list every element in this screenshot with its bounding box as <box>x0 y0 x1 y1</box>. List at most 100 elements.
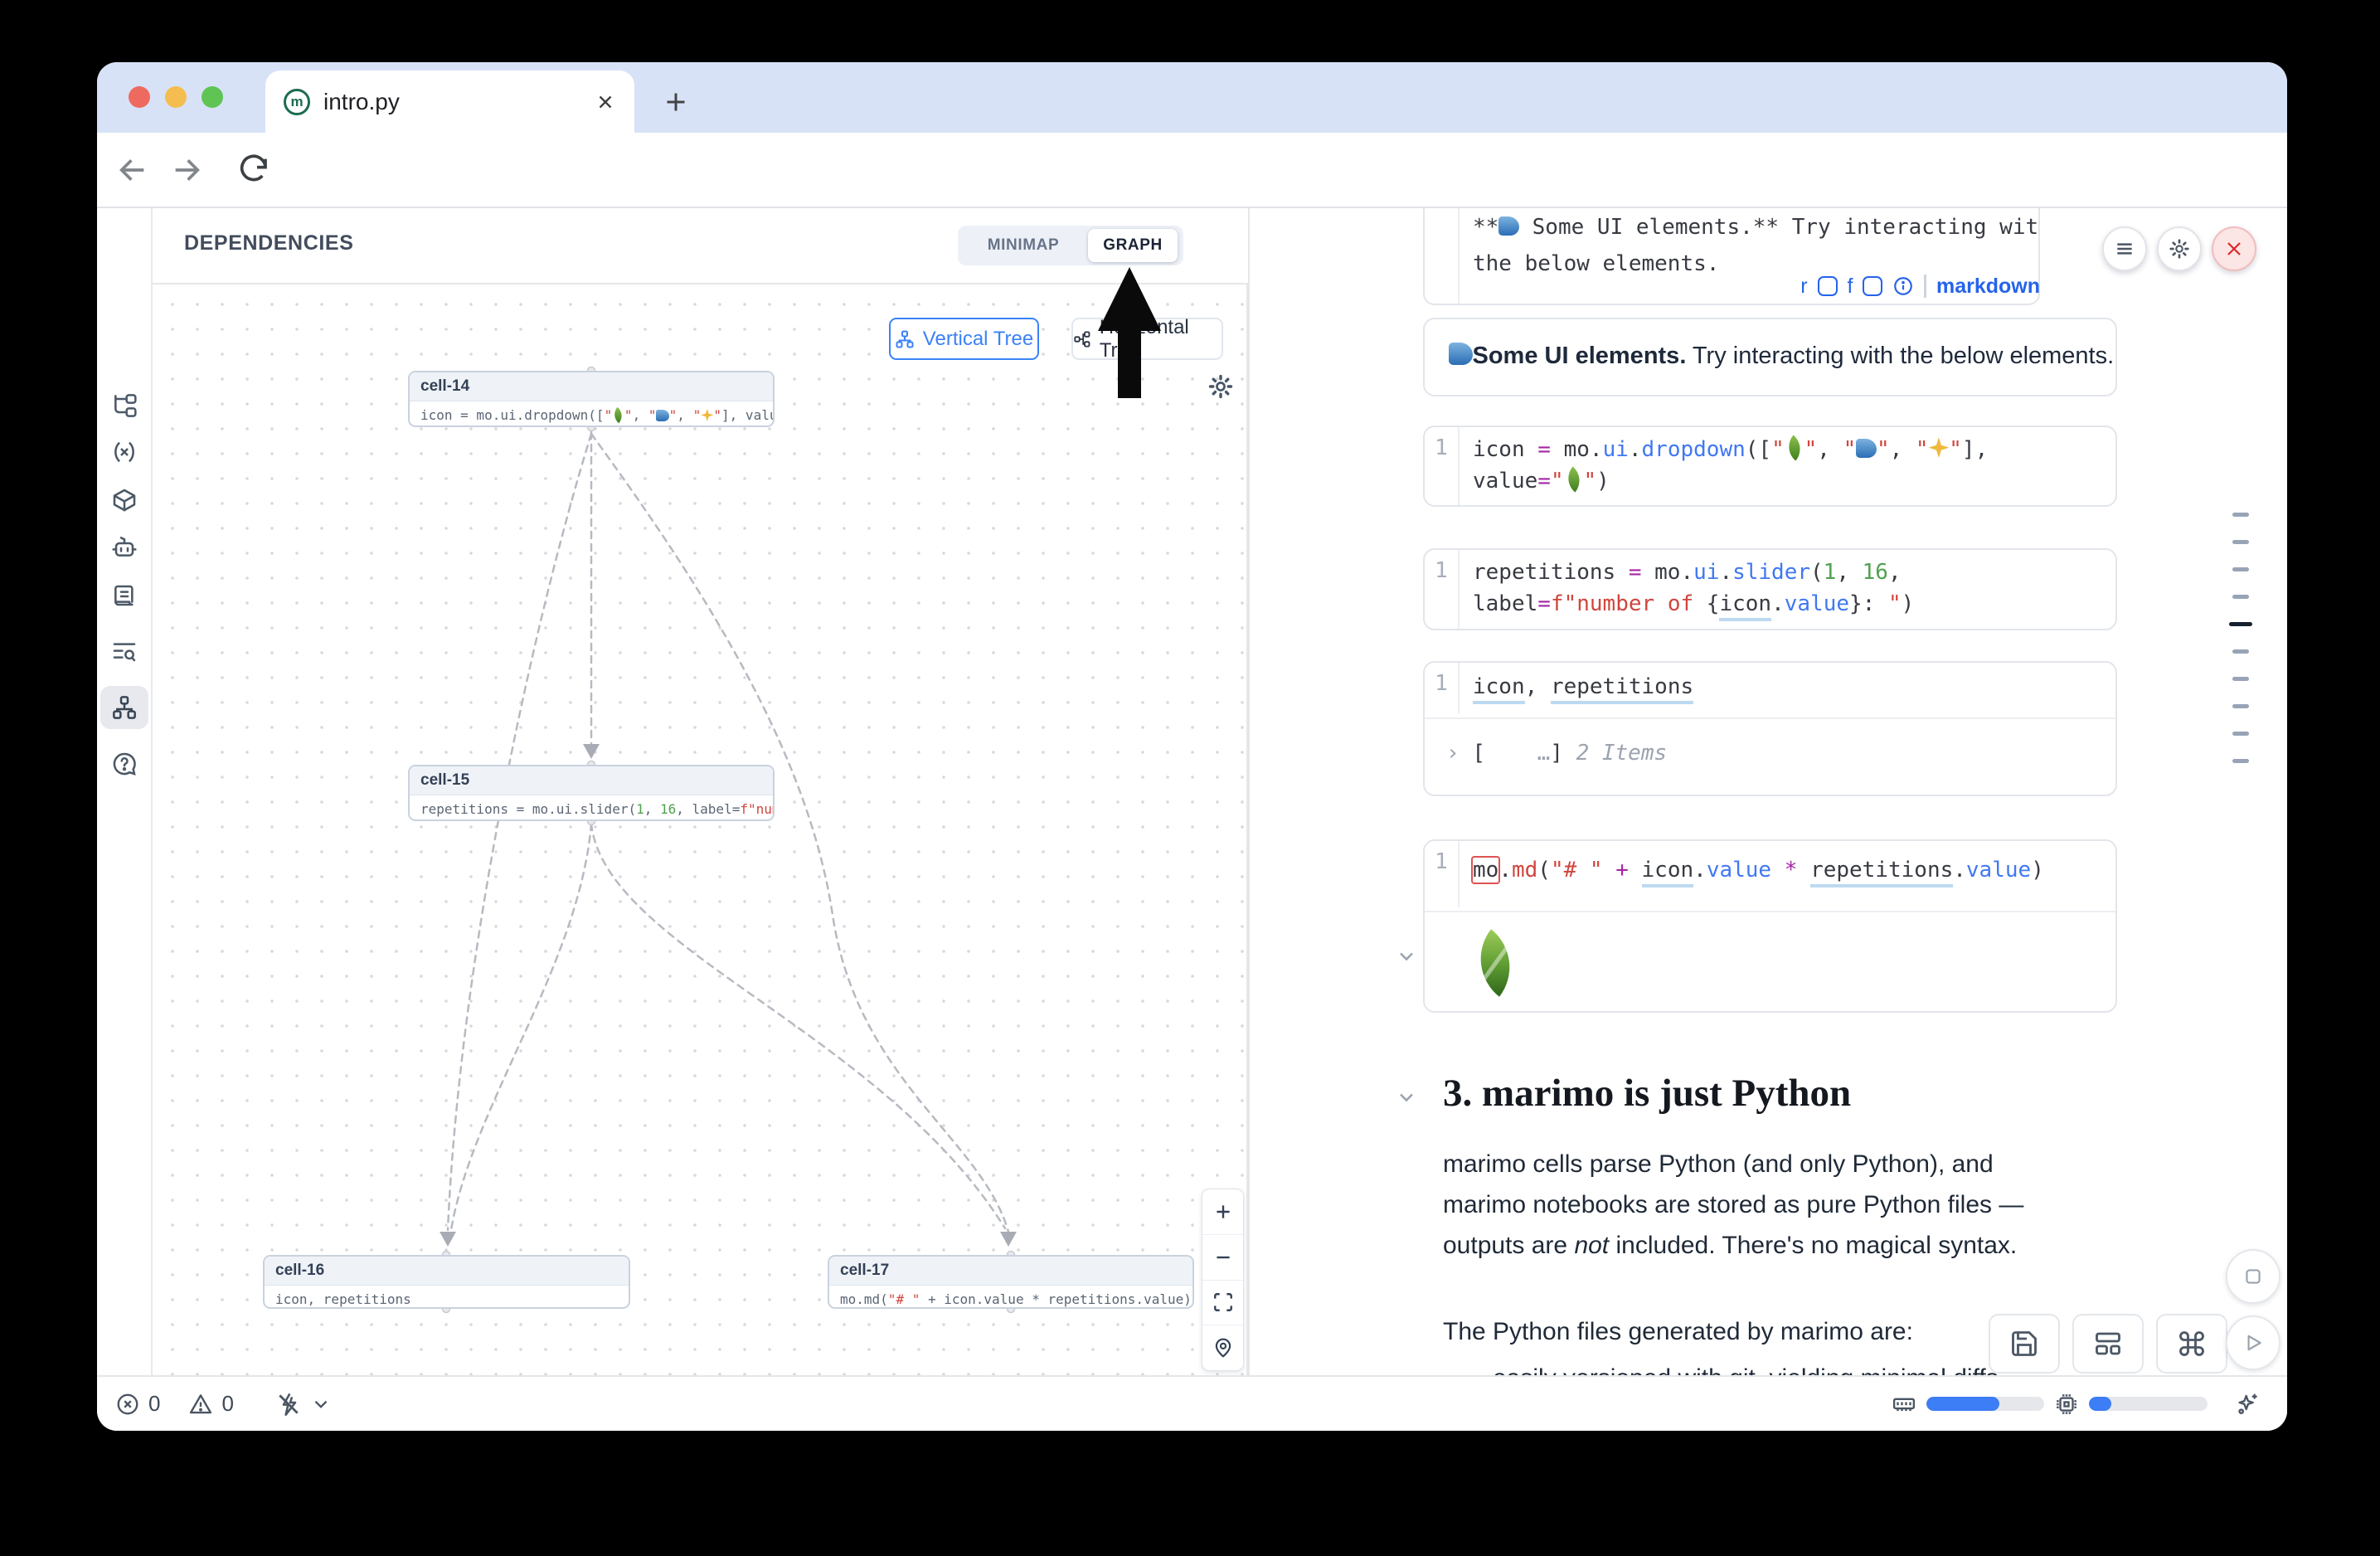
edge-cell15-cell17 <box>591 824 1005 1228</box>
cell-menu-button[interactable] <box>2102 226 2147 271</box>
cell-marker[interactable] <box>2232 759 2249 763</box>
browser-window: m intro.py localhost:2718 Guest <box>97 62 2287 1431</box>
cell-marker[interactable] <box>2232 649 2249 654</box>
section-chevron-icon[interactable] <box>1395 1086 1418 1109</box>
line-number: 1 <box>1425 208 1460 304</box>
fit-view-button[interactable] <box>1202 1281 1243 1326</box>
minimize-window-button[interactable] <box>165 86 187 108</box>
sidebar-item-search-logs[interactable] <box>100 630 148 673</box>
language-label[interactable]: markdown <box>1936 275 2040 299</box>
toggle-f-checkbox[interactable] <box>1863 276 1882 296</box>
sidebar-item-variables[interactable] <box>100 430 148 474</box>
collapse-chevron-icon[interactable] <box>1395 945 1418 968</box>
code-line: icon, repetitions <box>1473 674 1693 699</box>
md-expression-cell[interactable]: 1 mo.md("# " + icon.value * repetitions.… <box>1423 839 2117 1013</box>
wave-emoji: 🌊 <box>1449 343 1473 365</box>
markdown-output-cell[interactable]: 🌊Some UI elements. Try interacting with … <box>1423 318 2117 396</box>
markdown-bold-text: Some UI elements. <box>1473 343 1687 369</box>
code-line: repetitions = mo.ui.slider(1, 16, <box>1473 560 1902 585</box>
play-icon <box>2242 1332 2264 1354</box>
sidebar-item-dependency-graph[interactable] <box>100 686 148 729</box>
line-number: 1 <box>1425 550 1460 629</box>
warnings-icon[interactable] <box>188 1392 213 1417</box>
arrowhead-cell15 <box>583 744 600 759</box>
tab-graph[interactable]: GRAPH <box>1088 229 1178 262</box>
status-bar: 0 0 <box>97 1375 2287 1431</box>
command-icon <box>2177 1329 2207 1359</box>
paragraph-text: included. There's no magical syntax. <box>1609 1232 2017 1259</box>
slider-code-cell[interactable]: 1 repetitions = mo.ui.slider(1, 16, labe… <box>1423 548 2117 630</box>
format-on-save-off-icon[interactable] <box>275 1391 302 1417</box>
cell-marker-active[interactable] <box>2229 622 2252 626</box>
dropdown-code-cell[interactable]: 1 icon = mo.ui.dropdown(["🍃", "🌊", "✨"],… <box>1423 425 2117 507</box>
markdown-output-text: 🌊Some UI elements. Try interacting with … <box>1449 343 2114 370</box>
cpu-usage-bar <box>2089 1397 2208 1411</box>
stop-button[interactable] <box>2226 1249 2280 1304</box>
cell-marker[interactable] <box>2232 732 2249 736</box>
sidebar-item-packages[interactable] <box>100 479 148 522</box>
paragraph-italic: not <box>1574 1232 1609 1259</box>
zoom-out-button[interactable] <box>1202 1235 1243 1281</box>
cell-marker[interactable] <box>2232 704 2249 708</box>
expression-cell[interactable]: 1 icon, repetitions › [ …] 2 Items <box>1423 661 2117 796</box>
node-title: cell-16 <box>265 1257 629 1286</box>
graph-node-cell-16[interactable]: cell-16 icon, repetitions <box>263 1255 630 1309</box>
save-button[interactable] <box>1989 1314 2060 1374</box>
chevron-down-icon[interactable] <box>310 1393 332 1415</box>
toolbar-separator <box>1924 275 1926 298</box>
browser-tab-strip: m intro.py <box>97 62 2287 133</box>
node-title: cell-15 <box>410 766 773 795</box>
sidebar-item-ai-assistant[interactable] <box>100 525 148 568</box>
graph-node-cell-14[interactable]: cell-14 icon = mo.ui.dropdown(["🍃", "🌊",… <box>408 371 775 427</box>
cell-marker[interactable] <box>2232 567 2249 571</box>
toggle-r-label: r <box>1800 275 1807 299</box>
sidebar-item-scratchpad[interactable] <box>100 575 148 618</box>
memory-usage-fill <box>1926 1397 1999 1411</box>
locate-node-button[interactable] <box>1202 1325 1243 1370</box>
cell-marker[interactable] <box>2232 513 2249 517</box>
graph-edges <box>153 284 1248 1375</box>
reload-icon[interactable] <box>236 153 270 187</box>
close-red-x-icon <box>2223 238 2245 260</box>
keyboard-shortcuts-button[interactable] <box>2156 1314 2227 1374</box>
zoom-in-button[interactable] <box>1202 1189 1243 1235</box>
notebook-settings-button[interactable] <box>2157 226 2202 271</box>
close-window-button[interactable] <box>129 86 150 108</box>
code-line: the below elements. <box>1473 251 1719 276</box>
cell-marker[interactable] <box>2232 540 2249 544</box>
info-icon[interactable] <box>1892 275 1914 297</box>
collapsed-output[interactable]: › [ …] 2 Items <box>1446 741 1667 766</box>
browser-tab[interactable]: m intro.py <box>265 71 634 133</box>
paragraph-1: marimo cells parse Python (and only Pyth… <box>1443 1144 2063 1266</box>
vertical-tree-button[interactable]: Vertical Tree <box>889 318 1039 360</box>
graph-node-cell-15[interactable]: cell-15 repetitions = mo.ui.slider(1, 16… <box>408 765 775 821</box>
annotation-arrow-head <box>1098 267 1161 331</box>
tab-minimap[interactable]: MINIMAP <box>958 226 1089 265</box>
layout-button[interactable] <box>2072 1314 2144 1374</box>
browser-toolbar: localhost:2718 Guest <box>97 133 2287 208</box>
line-number: 1 <box>1425 841 1460 907</box>
maximize-window-button[interactable] <box>202 86 223 108</box>
cell-marker[interactable] <box>2232 595 2249 599</box>
code-line: label=f"number of {icon.value}: ") <box>1473 591 1914 616</box>
sidebar-item-file-tree[interactable] <box>100 384 148 427</box>
sidebar-item-help[interactable] <box>100 742 148 785</box>
tab-close-icon[interactable] <box>595 91 616 113</box>
back-icon[interactable] <box>116 153 149 187</box>
vertical-tree-label: Vertical Tree <box>923 328 1033 351</box>
toggle-r-checkbox[interactable] <box>1818 276 1838 296</box>
code-line: mo.md("# " + icon.value * repetitions.va… <box>1473 858 2044 883</box>
arrowhead-cell16 <box>440 1232 456 1247</box>
cell-marker[interactable] <box>2232 677 2249 681</box>
errors-icon[interactable] <box>115 1392 140 1417</box>
forward-icon[interactable] <box>170 153 203 187</box>
ai-sparkles-icon[interactable] <box>2234 1391 2261 1417</box>
memory-usage-bar <box>1926 1397 2044 1411</box>
dependency-graph-canvas[interactable]: Vertical Tree Horizontal Tree cell-14 ic… <box>153 284 1248 1375</box>
run-button[interactable] <box>2226 1315 2280 1370</box>
shutdown-button[interactable] <box>2212 226 2256 271</box>
graph-settings-gear-icon[interactable] <box>1207 372 1235 401</box>
graph-node-cell-17[interactable]: cell-17 mo.md("# " + icon.value * repeti… <box>828 1255 1194 1309</box>
new-tab-icon[interactable] <box>661 87 691 117</box>
leaf-emoji-output <box>1461 929 1528 996</box>
